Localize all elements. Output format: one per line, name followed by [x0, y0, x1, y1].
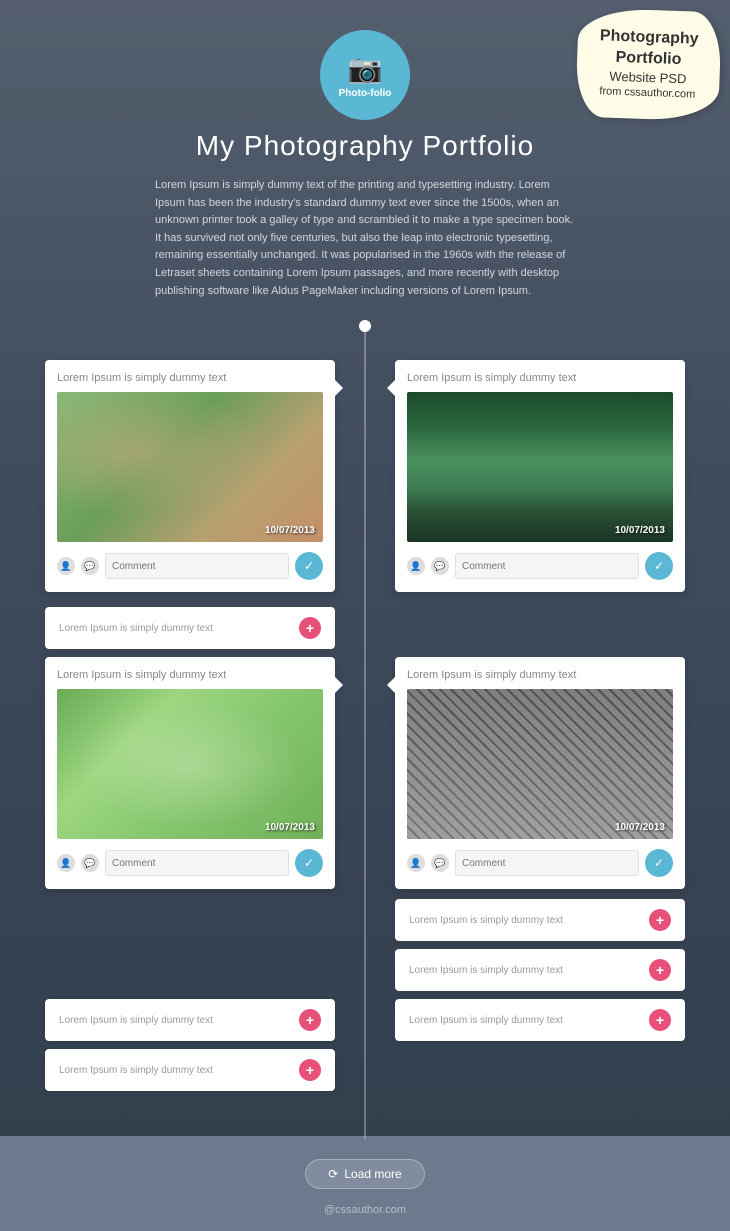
chat-icon-l2: 💬 [81, 854, 99, 872]
timeline-row-1: Lorem Ipsum is simply dummy text 10/07/2… [0, 360, 730, 592]
load-more-button[interactable]: ⟳ Load more [305, 1159, 424, 1189]
user-icon-r2: 👤 [407, 854, 425, 872]
watermark-line1: Photography [600, 26, 699, 50]
chat-icon-r1: 💬 [431, 557, 449, 575]
watermark-badge: Photography Portfolio Website PSD from c… [575, 8, 721, 122]
timeline-row-2: Lorem Ipsum is simply dummy text 10/07/2… [0, 657, 730, 889]
card-left-1-date: 10/07/2013 [265, 525, 315, 536]
timeline-right-compact-r2: Lorem Ipsum is simply dummy text + [365, 949, 730, 991]
logo-text: Photo-folio [339, 88, 392, 99]
card-left-1-footer: 👤 💬 ✓ [57, 552, 323, 580]
comment-input-l2[interactable] [105, 850, 289, 876]
footer: @cssauthor.com [0, 1204, 730, 1231]
compact-card-left-1: Lorem Ipsum is simply dummy text + [45, 607, 335, 649]
compact-card-right-2-title: Lorem Ipsum is simply dummy text [409, 965, 563, 976]
compact-card-left-3: Lorem Ipsum is simply dummy text + [45, 1049, 335, 1091]
user-icon: 👤 [57, 557, 75, 575]
compact-card-left-1-title: Lorem Ipsum is simply dummy text [59, 623, 213, 634]
comment-input-1[interactable] [105, 553, 289, 579]
card-right-1: Lorem Ipsum is simply dummy text 10/07/2… [395, 360, 685, 592]
card-right-1-image: 10/07/2013 [407, 392, 673, 542]
timeline-left-compact-3: Lorem Ipsum is simply dummy text + [0, 1049, 365, 1091]
submit-btn-r1[interactable]: ✓ [645, 552, 673, 580]
plus-btn-right-3[interactable]: + [649, 1009, 671, 1031]
compact-card-left-3-title: Lorem Ipsum is simply dummy text [59, 1065, 213, 1076]
card-left-1-title: Lorem Ipsum is simply dummy text [57, 372, 323, 384]
timeline-row-compact-1: Lorem Ipsum is simply dummy text + [0, 607, 730, 649]
compact-card-right-3-title: Lorem Ipsum is simply dummy text [409, 1015, 563, 1026]
timeline-left-2: Lorem Ipsum is simply dummy text 10/07/2… [0, 657, 365, 889]
card-right-2-image: 10/07/2013 [407, 689, 673, 839]
load-more-label: Load more [344, 1167, 401, 1181]
compact-card-right-1-title: Lorem Ipsum is simply dummy text [409, 915, 563, 926]
timeline-row-compact-l3: Lorem Ipsum is simply dummy text + [0, 1049, 730, 1091]
card-right-2-title: Lorem Ipsum is simply dummy text [407, 669, 673, 681]
plus-btn-right-1[interactable]: + [649, 909, 671, 931]
load-more-icon: ⟳ [328, 1167, 338, 1181]
timeline-right-compact-r1: Lorem Ipsum is simply dummy text + [365, 899, 730, 941]
timeline-row-compact-both-1: Lorem Ipsum is simply dummy text + Lorem… [0, 999, 730, 1041]
timeline-right-compact-r3: Lorem Ipsum is simply dummy text + [365, 999, 730, 1041]
comment-input-r2[interactable] [455, 850, 639, 876]
plus-btn-left-1[interactable]: + [299, 617, 321, 639]
plus-btn-right-2[interactable]: + [649, 959, 671, 981]
chat-icon-r2: 💬 [431, 854, 449, 872]
timeline-row-compact-r1: Lorem Ipsum is simply dummy text + [0, 899, 730, 941]
user-icon-l2: 👤 [57, 854, 75, 872]
compact-card-left-2: Lorem Ipsum is simply dummy text + [45, 999, 335, 1041]
compact-card-left-2-title: Lorem Ipsum is simply dummy text [59, 1015, 213, 1026]
card-left-1: Lorem Ipsum is simply dummy text 10/07/2… [45, 360, 335, 592]
timeline-right-2: Lorem Ipsum is simply dummy text 10/07/2… [365, 657, 730, 889]
chat-icon: 💬 [81, 557, 99, 575]
load-more-section: ⟳ Load more [0, 1139, 730, 1204]
timeline-left-compact-2: Lorem Ipsum is simply dummy text + [0, 999, 365, 1041]
page-title: My Photography Portfolio [0, 130, 730, 162]
watermark-line4: from cssauthor.com [598, 85, 697, 103]
card-left-1-image: 10/07/2013 [57, 392, 323, 542]
card-right-2: Lorem Ipsum is simply dummy text 10/07/2… [395, 657, 685, 889]
timeline-left-1: Lorem Ipsum is simply dummy text 10/07/2… [0, 360, 365, 592]
card-left-2: Lorem Ipsum is simply dummy text 10/07/2… [45, 657, 335, 889]
timeline-row-compact-r2: Lorem Ipsum is simply dummy text + [0, 949, 730, 991]
card-left-2-date: 10/07/2013 [265, 822, 315, 833]
card-right-1-footer: 👤 💬 ✓ [407, 552, 673, 580]
submit-btn-l2[interactable]: ✓ [295, 849, 323, 877]
submit-btn-r2[interactable]: ✓ [645, 849, 673, 877]
submit-btn-1[interactable]: ✓ [295, 552, 323, 580]
camera-icon: 📷 [348, 52, 383, 85]
logo: 📷 Photo-folio [320, 30, 410, 120]
timeline: Lorem Ipsum is simply dummy text 10/07/2… [0, 320, 730, 1139]
card-left-2-image: 10/07/2013 [57, 689, 323, 839]
card-right-2-date: 10/07/2013 [615, 822, 665, 833]
timeline-right-1: Lorem Ipsum is simply dummy text 10/07/2… [365, 360, 730, 592]
plus-btn-left-3[interactable]: + [299, 1059, 321, 1081]
card-right-1-title: Lorem Ipsum is simply dummy text [407, 372, 673, 384]
card-right-1-date: 10/07/2013 [615, 525, 665, 536]
card-right-2-footer: 👤 💬 ✓ [407, 849, 673, 877]
compact-card-right-1: Lorem Ipsum is simply dummy text + [395, 899, 685, 941]
timeline-dot-top [359, 320, 371, 332]
plus-btn-left-2[interactable]: + [299, 1009, 321, 1031]
compact-card-right-3: Lorem Ipsum is simply dummy text + [395, 999, 685, 1041]
card-left-2-title: Lorem Ipsum is simply dummy text [57, 669, 323, 681]
intro-text: Lorem Ipsum is simply dummy text of the … [115, 177, 615, 300]
comment-input-r1[interactable] [455, 553, 639, 579]
timeline-left-compact-1: Lorem Ipsum is simply dummy text + [0, 607, 365, 649]
compact-card-right-2: Lorem Ipsum is simply dummy text + [395, 949, 685, 991]
footer-text: @cssauthor.com [324, 1204, 406, 1216]
card-left-2-footer: 👤 💬 ✓ [57, 849, 323, 877]
user-icon-r1: 👤 [407, 557, 425, 575]
